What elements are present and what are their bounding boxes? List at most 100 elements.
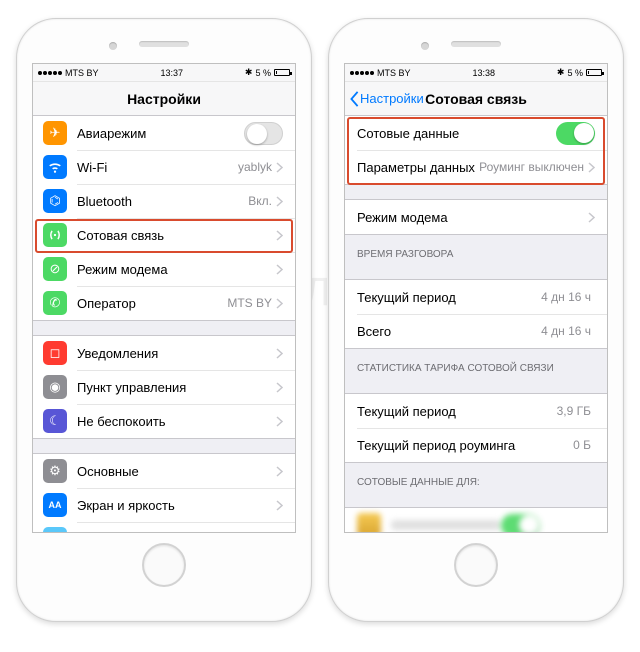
- row-label: Оператор: [77, 296, 227, 311]
- row-current-period-roaming: Текущий период роуминга 0 Б: [345, 428, 607, 462]
- carrier-label: MTS BY: [65, 68, 99, 78]
- display-icon: AA: [43, 493, 67, 517]
- row-cellular-data[interactable]: Сотовые данные: [345, 116, 607, 150]
- chevron-right-icon: [276, 298, 283, 309]
- settings-list[interactable]: ✈ Авиарежим Wi-Fi yablyk ⌬ Bluetooth Вкл…: [33, 116, 295, 532]
- home-button[interactable]: [142, 543, 186, 587]
- row-value: 0 Б: [573, 438, 591, 452]
- camera-dot: [109, 42, 117, 50]
- battery-percent: 5 %: [255, 68, 271, 78]
- row-label: Режим модема: [77, 262, 276, 277]
- moon-icon: ☾: [43, 409, 67, 433]
- row-label: Авиарежим: [77, 126, 244, 141]
- row-display[interactable]: AA Экран и яркость: [33, 488, 295, 522]
- chevron-right-icon: [276, 264, 283, 275]
- row-carrier[interactable]: ✆ Оператор MTS BY: [33, 286, 295, 320]
- chevron-right-icon: [588, 212, 595, 223]
- row-label: Не беспокоить: [77, 414, 276, 429]
- row-label: Основные: [77, 464, 276, 479]
- row-value: 4 дн 16 ч: [541, 324, 591, 338]
- back-button[interactable]: Настройки: [349, 91, 424, 107]
- cellular-settings-list[interactable]: Сотовые данные Параметры данных Роуминг …: [345, 116, 607, 532]
- control-center-icon: ◉: [43, 375, 67, 399]
- navbar: Настройки Сотовая связь: [345, 82, 607, 116]
- chevron-right-icon: [276, 416, 283, 427]
- row-app-1[interactable]: [345, 508, 607, 532]
- row-airplane[interactable]: ✈ Авиарежим: [33, 116, 295, 150]
- row-label: Bluetooth: [77, 194, 248, 209]
- row-lifetime-talk: Всего 4 дн 16 ч: [345, 314, 607, 348]
- row-label: Текущий период: [357, 404, 557, 419]
- camera-dot: [421, 42, 429, 50]
- row-bluetooth[interactable]: ⌬ Bluetooth Вкл.: [33, 184, 295, 218]
- row-label: Уведомления: [77, 346, 276, 361]
- row-value: MTS BY: [227, 296, 272, 310]
- row-label: Пункт управления: [77, 380, 276, 395]
- group-header-cellular-apps: СОТОВЫЕ ДАННЫЕ ДЛЯ:: [345, 463, 607, 493]
- screen-right: MTS BY 13:38 ✱ 5 % Настройки Сотовая свя…: [344, 63, 608, 533]
- back-label: Настройки: [360, 91, 424, 106]
- notifications-icon: ◻: [43, 341, 67, 365]
- row-label: Текущий период роуминга: [357, 438, 573, 453]
- phone-right: MTS BY 13:38 ✱ 5 % Настройки Сотовая свя…: [328, 18, 624, 622]
- airplane-toggle[interactable]: [244, 122, 283, 145]
- chevron-right-icon: [276, 230, 283, 241]
- chevron-right-icon: [276, 196, 283, 207]
- row-general[interactable]: ⚙ Основные: [33, 454, 295, 488]
- battery-icon: [274, 69, 290, 76]
- row-dnd[interactable]: ☾ Не беспокоить: [33, 404, 295, 438]
- app-toggle[interactable]: [501, 514, 540, 533]
- row-wallpaper[interactable]: ✿ Обои: [33, 522, 295, 532]
- app-icon-blurred: [357, 513, 381, 532]
- row-notifications[interactable]: ◻ Уведомления: [33, 336, 295, 370]
- hotspot-icon: ⊘: [43, 257, 67, 281]
- page-title: Сотовая связь: [425, 91, 527, 107]
- row-label: Wi-Fi: [77, 160, 238, 175]
- status-bar: MTS BY 13:37 ✱ 5 %: [33, 64, 295, 82]
- row-hotspot[interactable]: ⊘ Режим модема: [33, 252, 295, 286]
- carrier-label: MTS BY: [377, 68, 411, 78]
- navbar: Настройки: [33, 82, 295, 116]
- row-label: Обои: [77, 532, 276, 533]
- clock: 13:38: [472, 68, 495, 78]
- row-current-period-data: Текущий период 3,9 ГБ: [345, 394, 607, 428]
- row-control-center[interactable]: ◉ Пункт управления: [33, 370, 295, 404]
- wifi-icon: [43, 155, 67, 179]
- screen-left: MTS BY 13:37 ✱ 5 % Настройки ✈ Авиарежим: [32, 63, 296, 533]
- row-current-period-talk: Текущий период 4 дн 16 ч: [345, 280, 607, 314]
- phone-left: MTS BY 13:37 ✱ 5 % Настройки ✈ Авиарежим: [16, 18, 312, 622]
- chevron-right-icon: [276, 466, 283, 477]
- row-label: [391, 520, 501, 530]
- row-label: Сотовая связь: [77, 228, 276, 243]
- battery-icon: [586, 69, 602, 76]
- speaker-grill: [139, 41, 189, 47]
- row-data-options[interactable]: Параметры данных Роуминг выключен: [345, 150, 607, 184]
- speaker-grill: [451, 41, 501, 47]
- row-label: Текущий период: [357, 290, 541, 305]
- group-header-data-stats: СТАТИСТИКА ТАРИФА СОТОВОЙ СВЯЗИ: [345, 349, 607, 379]
- chevron-right-icon: [588, 162, 595, 173]
- row-label: Режим модема: [357, 210, 588, 225]
- chevron-right-icon: [276, 500, 283, 511]
- wallpaper-icon: ✿: [43, 527, 67, 532]
- row-label: Всего: [357, 324, 541, 339]
- cellular-icon: [43, 223, 67, 247]
- phones-side-by-side: MTS BY 13:37 ✱ 5 % Настройки ✈ Авиарежим: [0, 0, 640, 622]
- row-value: Вкл.: [248, 194, 272, 208]
- row-value: 3,9 ГБ: [557, 404, 591, 418]
- status-bar: MTS BY 13:38 ✱ 5 %: [345, 64, 607, 82]
- signal-dots-icon: [38, 71, 62, 75]
- gear-icon: ⚙: [43, 459, 67, 483]
- row-value: yablyk: [238, 160, 272, 174]
- signal-dots-icon: [350, 71, 374, 75]
- row-wifi[interactable]: Wi-Fi yablyk: [33, 150, 295, 184]
- row-personal-hotspot[interactable]: Режим модема: [345, 200, 607, 234]
- chevron-right-icon: [276, 162, 283, 173]
- cellular-data-toggle[interactable]: [556, 122, 595, 145]
- row-cellular[interactable]: Сотовая связь: [33, 218, 295, 252]
- home-button[interactable]: [454, 543, 498, 587]
- row-value: Роуминг выключен: [479, 160, 584, 174]
- row-label: Сотовые данные: [357, 126, 556, 141]
- battery-percent: 5 %: [567, 68, 583, 78]
- chevron-right-icon: [276, 348, 283, 359]
